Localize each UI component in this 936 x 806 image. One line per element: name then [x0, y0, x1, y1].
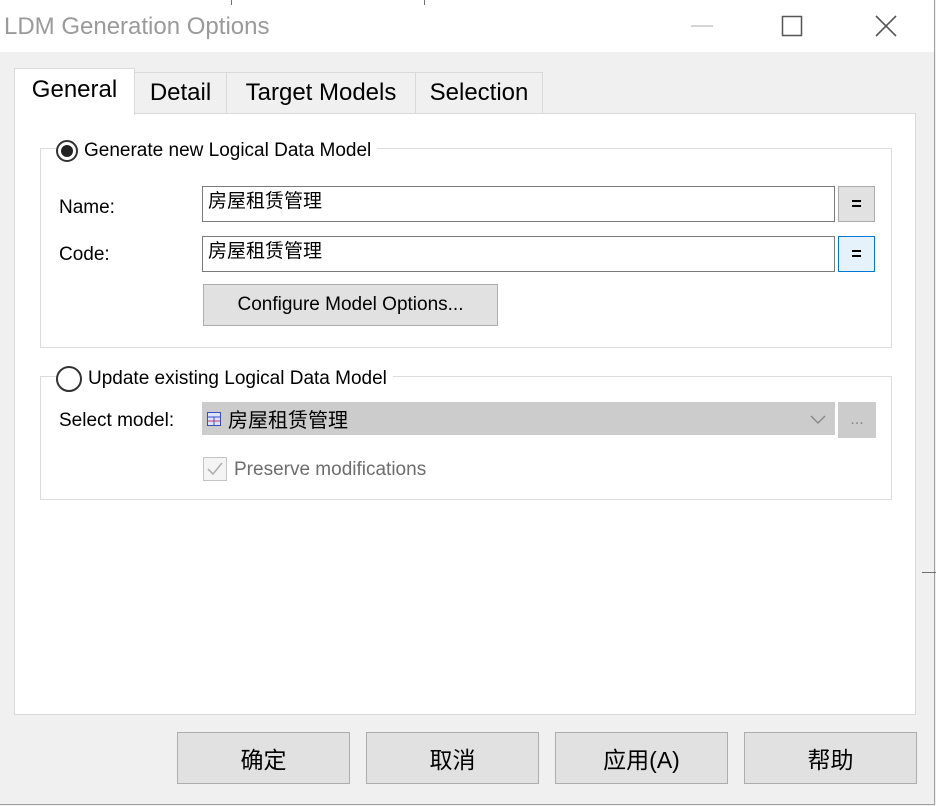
close-icon	[875, 15, 897, 37]
preserve-modifications-checkbox[interactable]	[203, 457, 227, 481]
chevron-down-icon	[810, 415, 826, 424]
dialog-window: LDM Generation Options General Detail Ta…	[0, 0, 936, 805]
code-label: Code:	[59, 244, 110, 265]
name-label: Name:	[59, 197, 115, 218]
tab-general[interactable]: General	[14, 68, 135, 115]
minimize-button[interactable]	[656, 0, 748, 52]
tab-detail[interactable]: Detail	[134, 72, 227, 113]
name-equal-button[interactable]: =	[838, 186, 875, 222]
code-input[interactable]: 房屋租赁管理	[202, 236, 835, 272]
name-input[interactable]: 房屋租赁管理	[202, 186, 835, 222]
update-existing-radio[interactable]: Update existing Logical Data Model	[56, 365, 393, 393]
background-edge	[922, 572, 936, 573]
generate-new-label: Generate new Logical Data Model	[84, 140, 372, 161]
tab-target-models[interactable]: Target Models	[226, 72, 416, 113]
ok-button[interactable]: 确定	[177, 732, 350, 784]
code-equal-button[interactable]: =	[838, 236, 875, 272]
tab-selection[interactable]: Selection	[415, 72, 543, 113]
close-button[interactable]	[840, 0, 932, 52]
cancel-button[interactable]: 取消	[366, 732, 539, 784]
background-tick	[424, 0, 425, 5]
select-model-dropdown[interactable]: 房屋租赁管理	[202, 402, 835, 435]
minimize-icon	[691, 25, 713, 27]
preserve-modifications-label: Preserve modifications	[234, 459, 427, 480]
logical-model-icon	[207, 411, 221, 426]
select-model-label: Select model:	[59, 410, 175, 431]
background-tick	[231, 0, 232, 5]
window-title: LDM Generation Options	[4, 13, 270, 40]
radio-unselected-icon	[56, 366, 82, 392]
update-existing-group	[40, 376, 892, 500]
apply-button[interactable]: 应用(A)	[555, 732, 728, 784]
checkmark-icon	[207, 462, 223, 476]
update-existing-label: Update existing Logical Data Model	[88, 368, 387, 389]
configure-model-options-button[interactable]: Configure Model Options...	[203, 284, 498, 326]
generate-new-radio[interactable]: Generate new Logical Data Model	[56, 137, 378, 165]
select-model-value: 房屋租赁管理	[228, 410, 348, 432]
maximize-icon	[781, 15, 803, 37]
title-bar[interactable]: LDM Generation Options	[0, 0, 934, 52]
radio-selected-icon	[56, 140, 78, 162]
help-button[interactable]: 帮助	[744, 732, 917, 784]
maximize-button[interactable]	[746, 0, 838, 52]
browse-model-button[interactable]: ...	[838, 402, 876, 438]
